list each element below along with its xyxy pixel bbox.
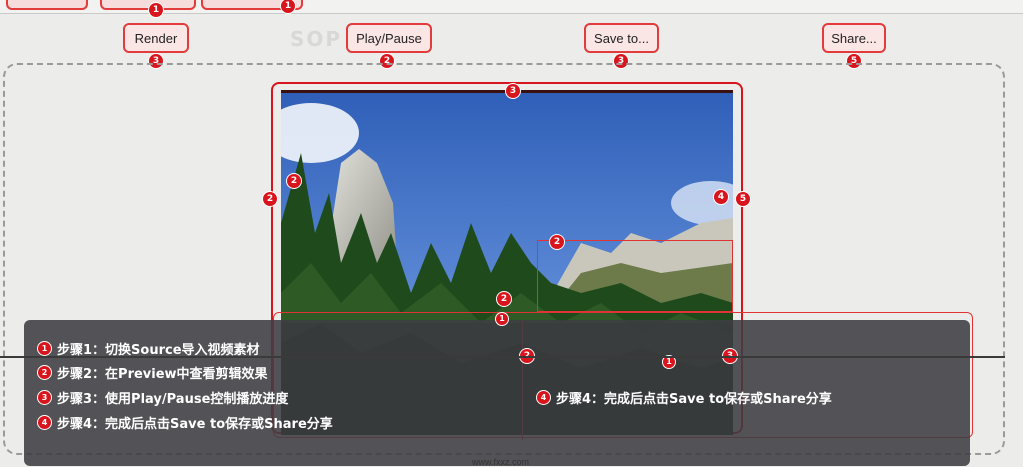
step-number-badge: 3 [38,391,51,404]
step-1: 1 步骤1：切换Source导入视频素材 [38,339,260,358]
play-pause-button[interactable]: Play/Pause [346,23,432,53]
step-badge: 4 [714,190,728,204]
app-logo: SOP [290,27,343,51]
step-text: 步骤4：完成后点击Save to保存或Share分享 [57,417,333,432]
step-badge: 2 [263,192,277,206]
step-number-badge: 4 [537,391,550,404]
step-text: 步骤2：在Preview中查看剪辑效果 [57,367,268,382]
step-badge: 1 [663,356,675,368]
step-number-badge: 2 [38,366,51,379]
inset-highlight [537,240,733,312]
step-4-right: 4 步骤4：完成后点击Save to保存或Share分享 [537,388,832,407]
top-button-1[interactable] [6,0,88,10]
step-badge: 2 [550,235,564,249]
step-badge: 5 [736,192,750,206]
step-badge: 1 [149,3,163,17]
step-3: 3 步骤3：使用Play/Pause控制播放进度 [38,388,288,407]
step-number-badge: 4 [38,416,51,429]
step-badge: 2 [497,292,511,306]
render-button[interactable]: Render [123,23,189,53]
step-badge: 1 [496,313,508,325]
top-button-2[interactable] [100,0,196,10]
step-text: 步骤3：使用Play/Pause控制播放进度 [57,392,289,407]
step-text: 步骤1：切换Source导入视频素材 [57,343,260,358]
share-button[interactable]: Share... [822,23,886,53]
step-text: 步骤4：完成后点击Save to保存或Share分享 [556,392,832,407]
step-2: 2 步骤2：在Preview中查看剪辑效果 [38,363,268,382]
step-badge: 3 [506,84,520,98]
step-badge: 2 [287,174,301,188]
step-4: 4 步骤4：完成后点击Save to保存或Share分享 [38,413,333,432]
save-to-button[interactable]: Save to... [584,23,659,53]
step-number-badge: 1 [38,342,51,355]
